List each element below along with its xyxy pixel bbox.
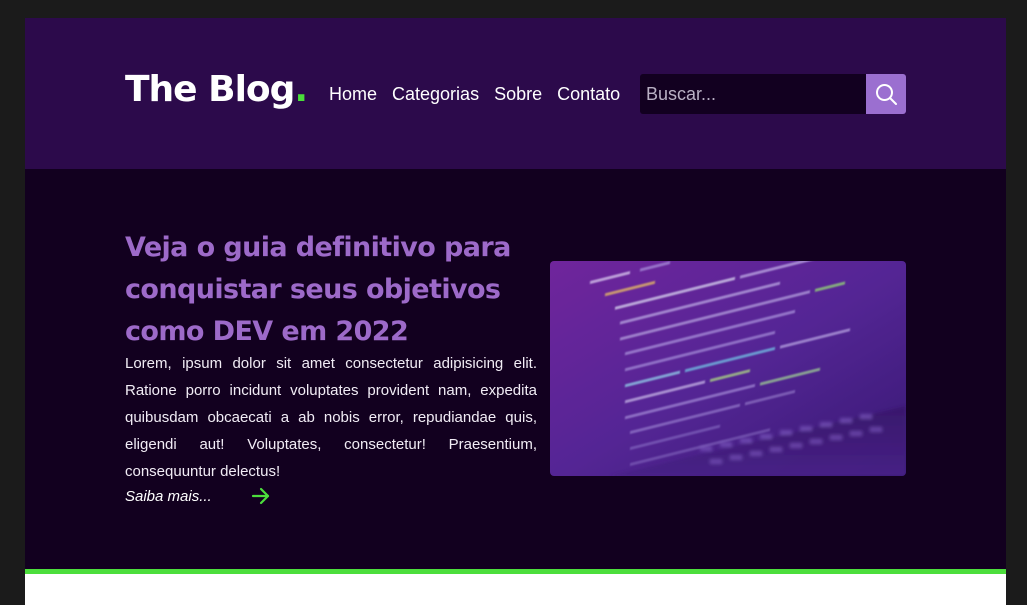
read-more-label: Saiba mais... <box>125 487 212 505</box>
nav-item-contato[interactable]: Contato <box>557 82 620 106</box>
arrow-right-icon <box>251 487 270 505</box>
nav-item-categorias[interactable]: Categorias <box>392 82 479 106</box>
site-header: The Blog. Home Categorias Sobre Contato <box>25 18 1006 169</box>
search-input[interactable] <box>640 74 846 114</box>
read-more-link[interactable]: Saiba mais... <box>125 486 271 506</box>
search-box <box>640 74 866 114</box>
logo[interactable]: The Blog. <box>125 68 308 112</box>
laptop-code-image <box>550 261 906 476</box>
main-nav: Home Categorias Sobre Contato <box>329 82 620 106</box>
hero-text: Lorem, ipsum dolor sit amet consectetur … <box>125 355 537 480</box>
search-icon <box>876 84 897 105</box>
logo-text: The Blog <box>125 69 295 110</box>
hero-section: Veja o guia definitivo para conquistar s… <box>25 169 1006 569</box>
search-button[interactable] <box>866 74 906 114</box>
hero-title: Veja o guia definitivo para conquistar s… <box>125 232 511 347</box>
page: The Blog. Home Categorias Sobre Contato … <box>25 18 1006 605</box>
nav-item-home[interactable]: Home <box>329 82 377 106</box>
content-area <box>25 574 1006 605</box>
hero-image <box>550 261 906 476</box>
nav-item-sobre[interactable]: Sobre <box>494 82 542 106</box>
logo-dot: . <box>294 69 308 110</box>
